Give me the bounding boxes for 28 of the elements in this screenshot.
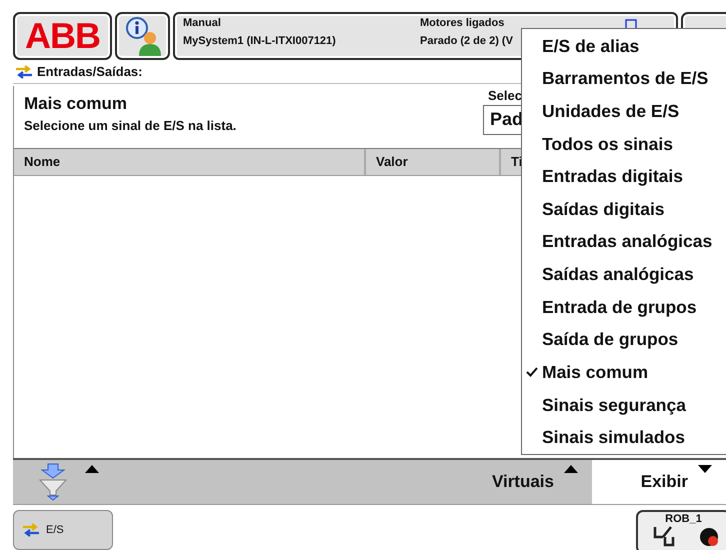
menu-item[interactable]: Barramentos de E/S	[522, 62, 726, 96]
select-label: Selec	[488, 88, 522, 103]
view-title: Mais comum	[24, 94, 128, 114]
system-text: MySystem1 (IN-L-ITXI007121)	[183, 35, 336, 47]
select-dropdown[interactable]: Pad	[483, 105, 523, 135]
menu-item[interactable]: Entradas digitais	[522, 160, 726, 194]
menu-item[interactable]: Saídas digitais	[522, 193, 726, 226]
menu-item[interactable]: Sinais simulados	[522, 421, 726, 454]
menu-item[interactable]: Saída de grupos	[522, 323, 726, 356]
menu-item[interactable]: Sinais segurança	[522, 388, 726, 422]
mode-text: Manual	[183, 17, 221, 29]
breadcrumb: Entradas/Saídas:	[37, 64, 142, 79]
command-button[interactable]: Virtuais	[113, 460, 592, 504]
command-button[interactable]: Exibir	[592, 460, 726, 504]
menu-item[interactable]: Todos os sinais	[522, 128, 726, 160]
abb-logo[interactable]: ABB	[13, 12, 112, 60]
menu-item[interactable]: Mais comum	[522, 356, 726, 389]
menu-item[interactable]: Entradas analógicas	[522, 226, 726, 258]
io-task-button[interactable]: E/S	[13, 510, 113, 550]
menu-item[interactable]: Saídas analógicas	[522, 258, 726, 291]
menu-item[interactable]: Entrada de grupos	[522, 290, 726, 324]
task-name: ROB_1	[665, 513, 702, 525]
view-subtitle: Selecione um sinal de E/S na lista.	[24, 118, 238, 133]
state-text: Parado (2 de 2) (V	[420, 35, 513, 47]
task-label: E/S	[46, 524, 64, 536]
robot-task-button[interactable]: ROB_1	[636, 510, 726, 550]
menu-item[interactable]: Unidades de E/S	[522, 95, 726, 128]
motors-text: Motores ligados	[420, 17, 504, 29]
